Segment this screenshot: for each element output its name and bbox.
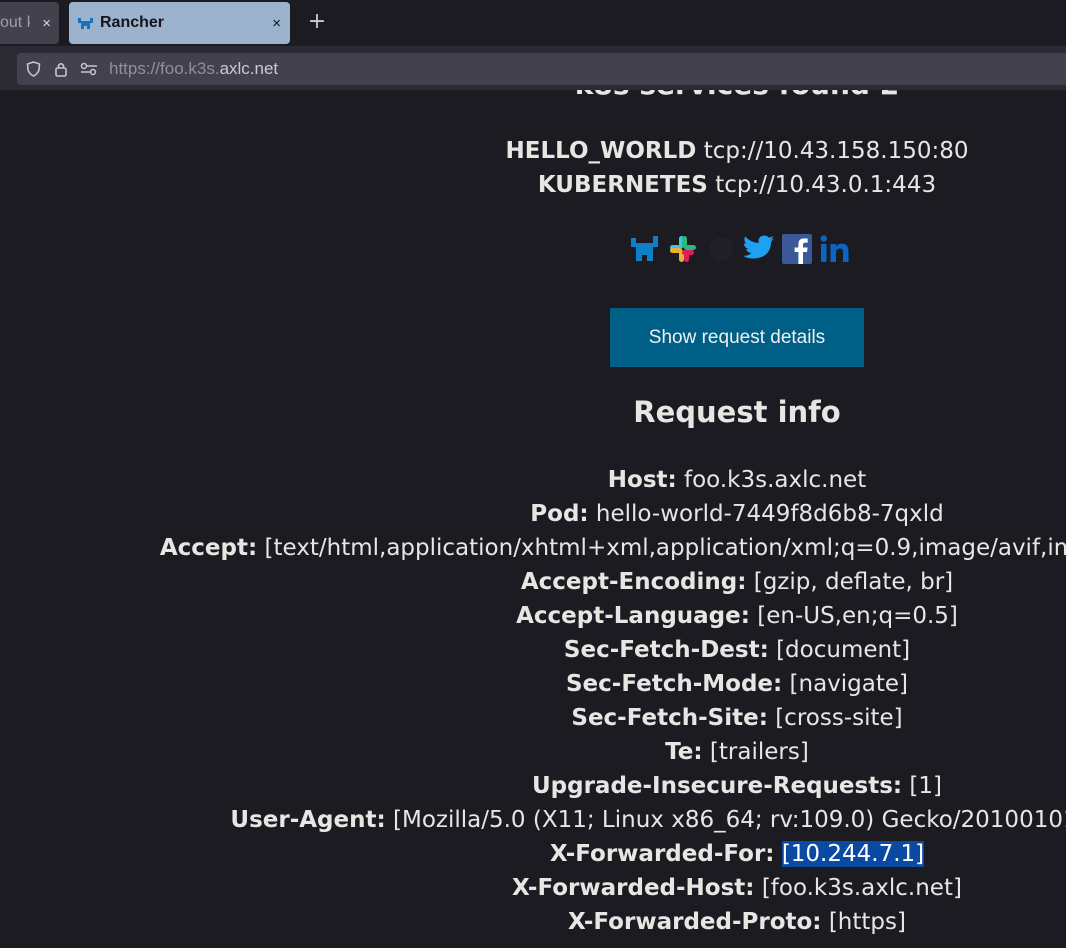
services-list: HELLO_WORLD tcp://10.43.158.150:80 KUBER… [0,134,1066,202]
header-row-accept-language: Accept-Language: [en-US,en;q=0.5] [0,599,1066,633]
close-icon[interactable]: × [42,15,51,32]
header-key: Host: [607,467,677,493]
header-row-sec-fetch-site: Sec-Fetch-Site: [cross-site] [0,701,1066,735]
page-content: k8s services found 2 HELLO_WORLD tcp://1… [0,90,1066,948]
header-row-pod: Pod: hello-world-7449f8d6b8-7qxld [0,497,1066,531]
header-value: [trailers] [709,739,809,765]
header-key: Pod: [530,501,589,527]
header-value: [https] [828,909,906,935]
header-row-accept-encoding: Accept-Encoding: [gzip, deflate, br] [0,565,1066,599]
header-value: [1] [909,773,943,799]
social-links [629,233,853,265]
url-prefix: https://foo.k3s. [109,59,220,78]
facebook-icon[interactable] [781,233,813,265]
rancher-favicon-icon [77,16,94,31]
github-icon[interactable] [705,233,737,265]
header-row-x-forwarded-host: X-Forwarded-Host: [foo.k3s.axlc.net] [0,871,1066,905]
header-row-te: Te: [trailers] [0,735,1066,769]
header-row-x-forwarded-for: X-Forwarded-For: [10.244.7.1] [0,837,1066,871]
header-value: [gzip, deflate, br] [753,569,954,595]
header-value: [document] [776,637,911,663]
header-key: X-Forwarded-Proto: [568,909,822,935]
twitter-icon[interactable] [743,235,775,263]
header-key: Sec-Fetch-Mode: [565,671,783,697]
header-value: [navigate] [789,671,909,697]
request-headers-list: Host: foo.k3s.axlc.net Pod: hello-world-… [0,463,1066,939]
header-row-x-forwarded-proto: X-Forwarded-Proto: [https] [0,905,1066,939]
close-icon[interactable]: × [272,15,281,32]
selected-header-value: [10.244.7.1] [781,841,925,867]
header-value: [text/html,application/xhtml+xml,applica… [264,535,1066,561]
header-row-sec-fetch-dest: Sec-Fetch-Dest: [document] [0,633,1066,667]
url-text[interactable]: https://foo.k3s.axlc.net [109,59,278,79]
header-key: Accept-Language: [516,603,750,629]
tab-rancher[interactable]: Rancher × [69,2,290,44]
header-value: [foo.k3s.axlc.net] [761,875,962,901]
header-row-accept: Accept: [text/html,application/xhtml+xml… [0,531,1066,565]
request-info-title: Request info [633,395,841,429]
service-item: KUBERNETES tcp://10.43.0.1:443 [0,168,1066,202]
rancher-icon[interactable] [629,235,661,263]
header-key: Upgrade-Insecure-Requests: [531,773,903,799]
header-key: Accept-Encoding: [520,569,747,595]
url-domain: axlc.net [219,59,279,78]
header-value: [en-US,en;q=0.5] [757,603,958,629]
service-name: HELLO_WORLD [505,138,697,164]
shield-icon[interactable] [19,61,47,77]
show-request-details-button[interactable]: Show request details [610,308,864,367]
header-key: Accept: [159,535,258,561]
slack-icon[interactable] [667,233,699,265]
header-key: Sec-Fetch-Dest: [563,637,769,663]
service-name: KUBERNETES [537,172,708,198]
header-row-host: Host: foo.k3s.axlc.net [0,463,1066,497]
header-key: User-Agent: [230,807,386,833]
tab-strip: out k × Rancher × + [0,0,1066,46]
address-bar[interactable]: https://foo.k3s.axlc.net [17,53,1066,85]
header-key: Sec-Fetch-Site: [571,705,768,731]
header-value: hello-world-7449f8d6b8-7qxld [595,501,944,527]
header-row-sec-fetch-mode: Sec-Fetch-Mode: [navigate] [0,667,1066,701]
header-row-upgrade-insecure-requests: Upgrade-Insecure-Requests: [1] [0,769,1066,803]
header-key: X-Forwarded-Host: [512,875,755,901]
service-value: tcp://10.43.158.150:80 [703,138,969,164]
navigation-toolbar: https://foo.k3s.axlc.net [0,46,1066,90]
tab-title: out k [0,14,30,31]
header-key: X-Forwarded-For: [549,841,775,867]
header-row-user-agent: User-Agent: [Mozilla/5.0 (X11; Linux x86… [0,803,1066,837]
linkedin-icon[interactable] [819,234,853,264]
tab-previous[interactable]: out k × [0,2,59,44]
permissions-icon[interactable] [75,62,103,76]
header-key: Te: [665,739,703,765]
new-tab-button[interactable]: + [306,8,328,36]
header-value: foo.k3s.axlc.net [684,467,867,493]
header-value: [Mozilla/5.0 (X11; Linux x86_64; rv:109.… [393,807,1066,833]
services-heading: k8s services found 2 [0,90,1066,101]
service-value: tcp://10.43.0.1:443 [715,172,937,198]
service-item: HELLO_WORLD tcp://10.43.158.150:80 [0,134,1066,168]
tab-title: Rancher [100,14,165,31]
lock-icon[interactable] [47,61,75,77]
header-value: [cross-site] [775,705,903,731]
